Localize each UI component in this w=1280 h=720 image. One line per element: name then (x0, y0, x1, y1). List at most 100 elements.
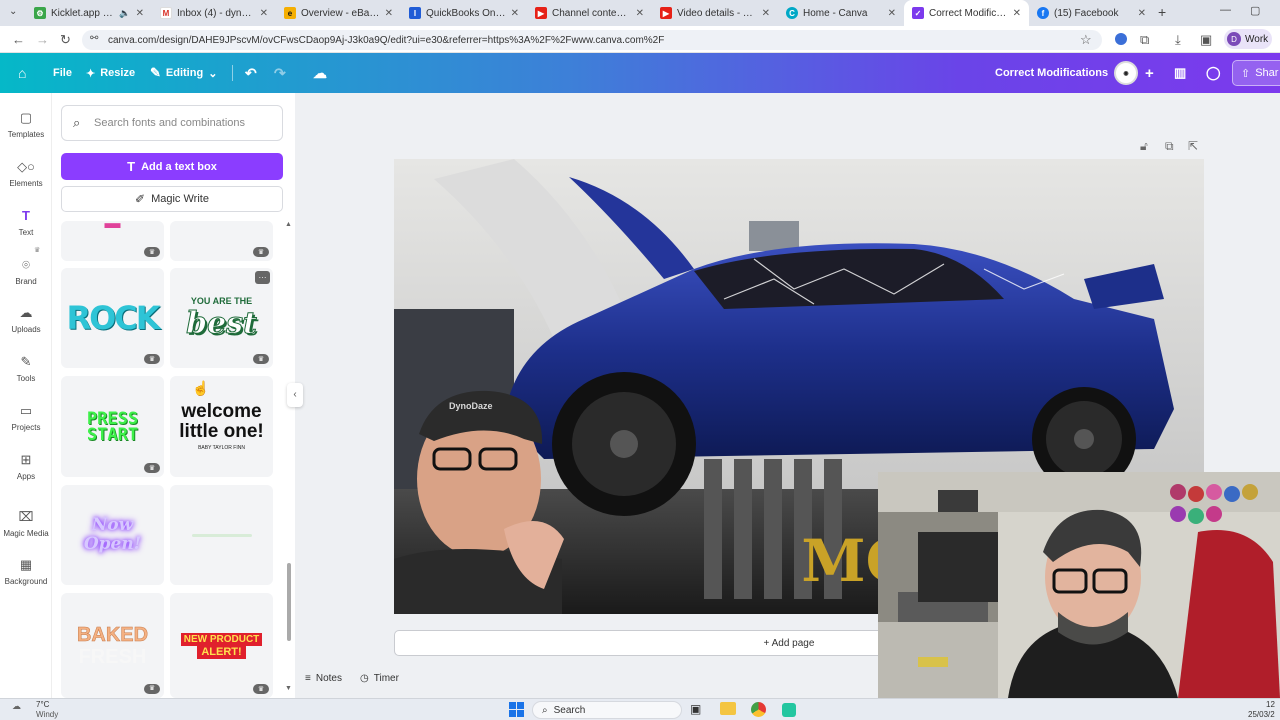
redo-icon: ↷ (274, 64, 286, 81)
text-style-card-faint[interactable] (170, 485, 273, 585)
taskbar-search[interactable]: ⌕ Search (532, 701, 682, 719)
text-style-card[interactable]: ♛ (170, 221, 273, 261)
insights-button[interactable]: ▥ (1174, 53, 1186, 93)
premium-crown-icon: ♛ (144, 354, 160, 364)
app-icon[interactable] (782, 703, 796, 717)
tab-gmail[interactable]: M Inbox (4) - dynodaze ✕ (152, 0, 276, 26)
tab-canva-home[interactable]: C Home - Canva ✕ (778, 0, 904, 26)
add-page-icon[interactable]: ⇱ (1188, 139, 1198, 153)
rail-item-templates[interactable]: ▢ Templates (0, 110, 52, 139)
browser-tab-strip: ⌄ ⚙ Kicklet.app - Kick 🔈 ✕ M Inbox (4) -… (0, 0, 1280, 26)
close-tab-icon[interactable]: ✕ (1013, 8, 1021, 19)
file-explorer-icon[interactable] (720, 702, 736, 715)
bookmark-star-icon[interactable]: ☆ (1080, 32, 1092, 48)
rail-item-projects[interactable]: ▭ Projects (0, 403, 52, 432)
extensions-puzzle-icon[interactable]: ⧉ (1140, 32, 1149, 48)
close-tab-icon[interactable]: ✕ (888, 8, 896, 19)
tab-youtube-video[interactable]: ▶ Video details - YouTu ✕ (652, 0, 778, 26)
redo-button[interactable]: ↷ (274, 53, 286, 93)
resize-button[interactable]: ✦ Resize (86, 53, 135, 93)
text-style-card-welcome[interactable]: welcome little one! BABY TAYLOR FINN (170, 376, 273, 477)
close-tab-icon[interactable]: ✕ (1138, 8, 1146, 19)
url-field[interactable]: ⚯ canva.com/design/DAHE9JPscvM/ovCFwsCDa… (82, 30, 1102, 50)
notes-button[interactable]: ≡ Notes (305, 673, 342, 684)
clock-date: 25/03/2 (1248, 710, 1275, 719)
file-menu-button[interactable]: File (53, 53, 72, 93)
tab-correct-modifications[interactable]: ✓ Correct Modifications ✕ (904, 0, 1029, 26)
partial-text-style: ▬ (104, 221, 121, 232)
tab-quickbooks[interactable]: I QuickBooks Online Lo ✕ (401, 0, 527, 26)
close-tab-icon[interactable]: ✕ (136, 8, 144, 19)
close-tab-icon[interactable]: ✕ (636, 8, 644, 19)
tab-title: Home - Canva (803, 7, 868, 19)
header-divider (232, 65, 233, 81)
share-button[interactable]: ⇧ Shar (1232, 60, 1280, 86)
rail-item-apps[interactable]: ⊞ Apps (0, 452, 52, 481)
rail-item-elements[interactable]: ◇○ Elements (0, 159, 52, 188)
tab-search-icon[interactable]: ⌄ (9, 6, 17, 17)
editing-label: Editing (165, 67, 204, 79)
forward-icon[interactable]: → (36, 32, 49, 47)
rail-item-tools[interactable]: ✎ Tools (0, 354, 52, 383)
extension-icon[interactable] (1115, 33, 1127, 45)
close-tab-icon[interactable]: ✕ (385, 8, 393, 19)
timer-button[interactable]: ◷ Timer (360, 673, 399, 684)
back-icon[interactable]: ← (12, 32, 25, 47)
search-icon: ⌕ (73, 115, 81, 130)
more-options-icon[interactable]: ··· (255, 271, 270, 284)
maximize-icon[interactable]: ▢ (1250, 4, 1260, 17)
scroll-up-icon[interactable]: ▲ (285, 221, 292, 228)
tools-pencil-icon: ✎ (20, 354, 32, 369)
collapse-panel-button[interactable]: ‹ (287, 383, 303, 407)
text-style-card-best[interactable]: YOU ARE THE best ··· ♛ (170, 268, 273, 368)
design-title[interactable]: Correct Modifications (995, 53, 1108, 93)
tab-title: (15) Facebook (1054, 7, 1119, 19)
rail-item-uploads[interactable]: ☁ Uploads (0, 305, 52, 334)
comments-button[interactable]: ◯ (1206, 53, 1221, 93)
panel-scrollbar-thumb[interactable] (287, 563, 291, 641)
scroll-down-icon[interactable]: ▼ (285, 685, 292, 692)
text-style-card-baked-fresh[interactable]: BAKED FRESH ♛ (61, 593, 164, 698)
home-button[interactable]: ⌂ (18, 53, 26, 93)
windows-start-icon[interactable] (509, 702, 524, 717)
duplicate-page-icon[interactable]: ⧉ (1165, 139, 1174, 154)
sidebar-icon[interactable]: ▣ (1200, 32, 1212, 48)
download-icon[interactable]: ⤓ (1175, 32, 1181, 48)
site-info-icon[interactable]: ⚯ (90, 33, 98, 44)
tab-facebook[interactable]: f (15) Facebook ✕ (1029, 0, 1154, 26)
undo-button[interactable]: ↶ (245, 53, 257, 93)
chrome-icon[interactable] (751, 702, 766, 717)
rail-item-background[interactable]: ▦ Background (0, 557, 52, 586)
save-status-button[interactable]: ☁ (313, 53, 327, 93)
task-view-icon[interactable]: ▣ (690, 702, 701, 716)
text-t-icon: T (127, 159, 136, 174)
add-collaborator-button[interactable]: + (1145, 53, 1154, 93)
tab-kicklet[interactable]: ⚙ Kicklet.app - Kick 🔈 ✕ (26, 0, 152, 26)
lock-icon[interactable]: 🔓︎ (1140, 139, 1148, 154)
editing-mode-button[interactable]: ✎ Editing ⌄ (150, 53, 217, 93)
rail-item-text[interactable]: T Text (0, 208, 52, 237)
text-style-card-rock[interactable]: ROCK ♛ (61, 268, 164, 368)
close-tab-icon[interactable]: ✕ (260, 8, 268, 19)
close-tab-icon[interactable]: ✕ (762, 8, 770, 19)
tab-youtube-channel[interactable]: ▶ Channel content - You ✕ (527, 0, 652, 26)
text-style-card[interactable]: ▬ ♛ (61, 221, 164, 261)
reload-icon[interactable]: ↻ (60, 32, 71, 48)
text-style-card-new-product-alert[interactable]: NEW PRODUCT ALERT! ♛ (170, 593, 273, 698)
profile-chip[interactable]: D Work (1224, 29, 1272, 49)
new-tab-icon[interactable]: + (1158, 4, 1166, 20)
rail-item-brand[interactable]: ⌾ Brand (0, 257, 52, 286)
tab-audio-icon[interactable]: 🔈 (119, 8, 130, 19)
font-search-input[interactable]: ⌕ Search fonts and combinations (61, 105, 283, 141)
text-style-card-now-open[interactable]: Now Open! (61, 485, 164, 585)
tab-ebay[interactable]: e Overview - eBay Selle ✕ (276, 0, 401, 26)
templates-icon: ▢ (19, 110, 33, 125)
text-style-card-press-start[interactable]: PRESS START ♛ (61, 376, 164, 477)
add-text-box-button[interactable]: T Add a text box (61, 153, 283, 180)
avatar[interactable]: ◉ (1114, 61, 1138, 85)
magic-write-button[interactable]: ✐ Magic Write (61, 186, 283, 212)
upload-cloud-icon: ☁ (19, 305, 33, 320)
rail-item-magic-media[interactable]: ⌧ Magic Media (0, 509, 52, 538)
minimize-icon[interactable]: — (1220, 4, 1231, 16)
close-tab-icon[interactable]: ✕ (511, 8, 519, 19)
